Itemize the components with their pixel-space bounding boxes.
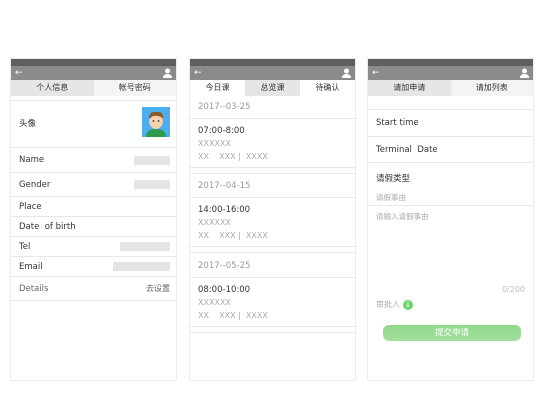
course-meta: XX XXX | XXXX (198, 231, 268, 240)
user-icon[interactable] (342, 68, 351, 78)
date-header: 2017--05-25 (190, 255, 355, 278)
divider (190, 168, 355, 174)
gender-row[interactable]: Gender (11, 173, 176, 197)
course-title: XXXXXX (198, 218, 231, 227)
course-title: XXXXXX (198, 139, 231, 148)
arrow-down-circle-icon[interactable]: ↓ (403, 299, 413, 310)
spacer (368, 96, 533, 110)
approver-row[interactable]: 审批人 ↓ (376, 299, 413, 310)
course-item[interactable]: 14:00-16:00 XXXXXX XX XXX | XXXX (190, 198, 355, 247)
profile-screen: ← 个人信息 帐号密码 头像 Name Gender Place Date of … (10, 58, 177, 381)
tel-value (120, 242, 170, 251)
email-value (113, 262, 170, 271)
leave-type-field[interactable]: 请假类型 (376, 172, 410, 184)
date-header: 2017--04-15 (190, 175, 355, 198)
course-time: 08:00-10:00 (198, 285, 251, 295)
course-item[interactable]: 07:00-8:00 XXXXXX XX XXX | XXXX (190, 119, 355, 168)
avatar-row[interactable]: 头像 (11, 100, 176, 148)
tab-overview[interactable]: 总览课 (245, 80, 300, 96)
name-value (134, 156, 170, 165)
avatar[interactable] (142, 107, 170, 137)
divider (190, 247, 355, 253)
status-bar (11, 59, 176, 66)
start-time-field[interactable]: Start time (368, 110, 533, 137)
tab-personal-info[interactable]: 个人信息 (11, 80, 94, 96)
nav-header: ← (11, 66, 176, 80)
dob-row[interactable]: Date of birth (11, 217, 176, 237)
schedule-screen: ← 今日课 总览课 待确认 2017--03-25 07:00-8:00 XXXXX… (189, 58, 356, 381)
arrow-left-icon[interactable]: ← (372, 66, 380, 80)
reason-label: 请假事由 (376, 193, 406, 202)
reason-textarea[interactable]: 请输入请假事由 (376, 211, 525, 291)
date-label: 2017--04-15 (198, 181, 251, 191)
tab-today[interactable]: 今日课 (190, 80, 245, 96)
nav-header: ← (368, 66, 533, 80)
course-item[interactable]: 08:00-10:00 XXXXXX XX XXX | XXXX (190, 278, 355, 327)
divider (190, 327, 355, 333)
field-label: Date of birth (19, 222, 76, 232)
date-label: 2017--03-25 (198, 102, 251, 112)
user-icon[interactable] (163, 68, 172, 78)
approver-label: 审批人 (376, 300, 400, 309)
end-date-field[interactable]: Terminal Date (368, 137, 533, 163)
avatar-label: 头像 (19, 119, 37, 129)
divider (368, 205, 533, 206)
tab-leave-apply[interactable]: 请加申请 (368, 80, 451, 96)
field-label: Tel (19, 242, 31, 252)
status-bar (368, 59, 533, 66)
date-label: 2017--05-25 (198, 261, 251, 271)
field-label: Place (19, 202, 42, 212)
submit-button[interactable]: 提交申请 (383, 325, 521, 341)
tel-row[interactable]: Tel (11, 237, 176, 257)
tab-account-password[interactable]: 帐号密码 (94, 80, 177, 96)
details-label: Details (19, 284, 49, 294)
details-action-link[interactable]: 去设置 (146, 277, 170, 301)
tab-leave-list[interactable]: 请加列表 (451, 80, 534, 96)
name-row[interactable]: Name (11, 148, 176, 173)
course-title: XXXXXX (198, 298, 231, 307)
course-time: 14:00-16:00 (198, 205, 251, 215)
place-row[interactable]: Place (11, 197, 176, 217)
field-label: Terminal Date (376, 145, 438, 155)
arrow-left-icon[interactable]: ← (194, 66, 202, 80)
gender-value (134, 180, 170, 189)
tab-pending[interactable]: 待确认 (300, 80, 355, 96)
course-meta: XX XXX | XXXX (198, 311, 268, 320)
status-bar (190, 59, 355, 66)
field-label: Gender (19, 180, 51, 190)
arrow-left-icon[interactable]: ← (15, 66, 23, 80)
details-row[interactable]: Details 去设置 (11, 277, 176, 301)
course-meta: XX XXX | XXXX (198, 152, 268, 161)
user-icon[interactable] (520, 68, 529, 78)
char-counter: 0/200 (501, 285, 525, 294)
leave-screen: ← 请加申请 请加列表 Start time Terminal Date 请假类型… (367, 58, 534, 381)
nav-header: ← (190, 66, 355, 80)
field-label: Name (19, 155, 45, 165)
course-time: 07:00-8:00 (198, 126, 245, 136)
field-label: Start time (376, 118, 419, 128)
email-row[interactable]: Email (11, 257, 176, 277)
date-header: 2017--03-25 (190, 96, 355, 119)
field-label: Email (19, 262, 43, 272)
